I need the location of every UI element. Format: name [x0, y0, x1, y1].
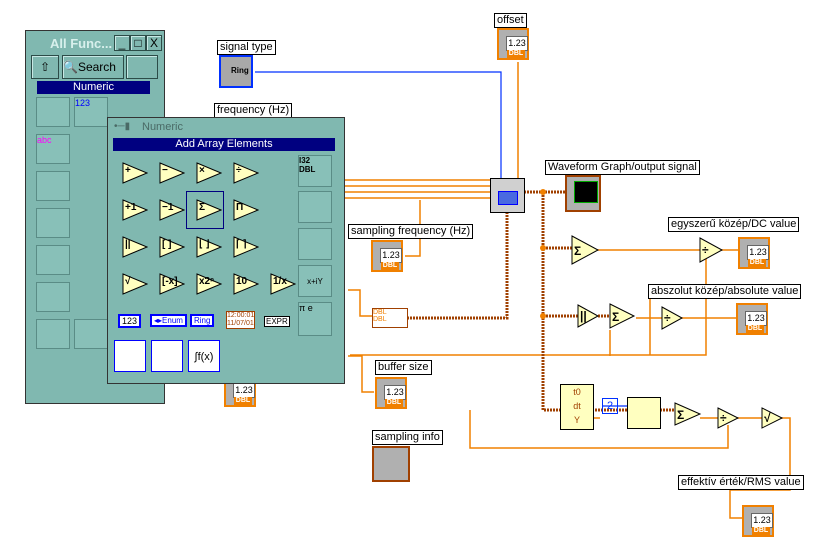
scaling-tile[interactable] — [151, 340, 183, 372]
integral-tile[interactable]: ∫f(x) — [188, 340, 220, 372]
add-function[interactable]: + — [122, 162, 149, 184]
numeric-constant[interactable]: 123 — [118, 314, 142, 328]
selected-function-name: Add Array Elements — [113, 138, 335, 151]
category-header: Numeric — [37, 81, 150, 94]
decorations-tile[interactable] — [74, 319, 108, 349]
round-to-nearest-function[interactable]: [ ] — [159, 236, 186, 258]
search-icon: 🔍 — [63, 60, 78, 74]
svg-text:÷: ÷ — [664, 311, 671, 325]
communication-tile[interactable] — [36, 282, 70, 312]
subtract-function[interactable]: − — [159, 162, 186, 184]
round-toward-neg-inf-function[interactable]: ⌊ ⌋ — [196, 236, 223, 258]
io-tile[interactable] — [36, 208, 70, 238]
ring-constant[interactable]: Ring — [190, 314, 215, 327]
increment-function[interactable]: +1 — [122, 199, 149, 221]
view-options-button[interactable] — [126, 55, 158, 79]
comparison-tile[interactable] — [36, 171, 70, 201]
svg-text:Σ: Σ — [677, 408, 684, 422]
string-tile[interactable]: abc — [36, 134, 70, 164]
multiply-array-elements-function[interactable]: Π — [233, 199, 260, 221]
log-tile[interactable] — [298, 228, 332, 260]
numeric-tile[interactable]: 123 — [74, 97, 108, 127]
up-arrow-button[interactable]: ⇧ — [31, 55, 59, 79]
numeric-subpalette: •─▮ Numeric Add Array Elements + − × ÷ +1 −1 Σ… — [107, 117, 345, 384]
timestamp-constant[interactable]: 12:00:01 11/07/01 — [226, 311, 256, 329]
search-button[interactable]: 🔍Search — [62, 55, 124, 79]
complex-tile[interactable]: x+iY — [298, 265, 332, 297]
divide-function[interactable]: ÷ — [233, 162, 260, 184]
svg-text:÷: ÷ — [702, 243, 709, 257]
svg-text:√: √ — [764, 411, 771, 425]
svg-text:÷: ÷ — [720, 411, 727, 425]
palette-titlebar[interactable]: All Func... _ □ X — [28, 33, 162, 53]
conversion-tile[interactable]: I32 DBL — [298, 155, 332, 187]
decrement-function[interactable]: −1 — [159, 199, 186, 221]
reciprocal-function[interactable]: 1/x — [270, 273, 297, 295]
scale-by-power-of-2-function[interactable]: x2ⁿ — [196, 273, 223, 295]
close-button[interactable]: X — [146, 35, 162, 51]
round-toward-pos-inf-function[interactable]: ⌈ ⌉ — [233, 236, 260, 258]
svg-text:Σ: Σ — [574, 244, 581, 258]
negate-function[interactable]: [-x] — [159, 273, 186, 295]
trig-tile[interactable] — [298, 191, 332, 223]
instrument-io-tile[interactable] — [36, 245, 70, 275]
selection-highlight — [186, 191, 224, 229]
multiply-function[interactable]: × — [196, 162, 223, 184]
square-function-node[interactable] — [627, 397, 661, 429]
pin-icon[interactable]: •─▮ — [114, 121, 130, 132]
enum-constant[interactable]: ◂▸Enum — [150, 314, 187, 327]
expression-node[interactable]: EXPR — [264, 316, 290, 327]
absolute-value-function[interactable]: || — [122, 236, 149, 258]
svg-text:||: || — [580, 309, 587, 323]
structures-tile[interactable] — [36, 97, 70, 127]
constant-two[interactable]: 2 — [602, 398, 618, 414]
maximize-button[interactable]: □ — [130, 35, 146, 51]
square-root-function[interactable]: √ — [122, 273, 149, 295]
formula-node-tile[interactable] — [114, 340, 146, 372]
select-vi-tile[interactable] — [36, 319, 70, 349]
constants-tile[interactable]: π e — [298, 302, 332, 336]
svg-text:Σ: Σ — [612, 310, 619, 324]
get-waveform-components[interactable]: t0 dt Y — [560, 384, 594, 430]
sign-function[interactable]: 10 — [233, 273, 260, 295]
minimize-button[interactable]: _ — [114, 35, 130, 51]
